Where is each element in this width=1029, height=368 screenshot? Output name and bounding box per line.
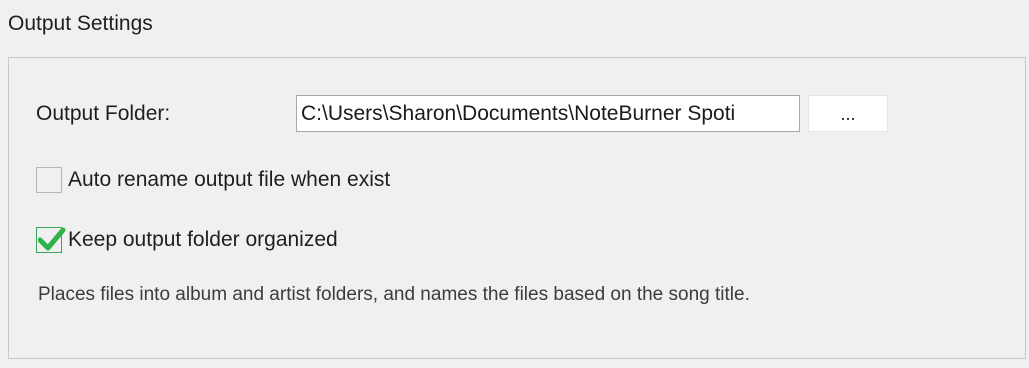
section-title: Output Settings: [8, 12, 153, 35]
keep-organized-checkbox[interactable]: [36, 227, 66, 253]
output-folder-input[interactable]: [296, 95, 800, 132]
keep-organized-label: Keep output folder organized: [68, 228, 338, 251]
checkmark-icon: [38, 227, 66, 251]
auto-rename-label: Auto rename output file when exist: [68, 168, 391, 191]
keep-organized-option[interactable]: Keep output folder organized: [36, 225, 338, 255]
browse-folder-button[interactable]: ...: [808, 95, 888, 132]
output-folder-label: Output Folder:: [36, 102, 171, 125]
auto-rename-option[interactable]: Auto rename output file when exist: [36, 165, 390, 195]
auto-rename-checkbox[interactable]: [36, 167, 62, 193]
organize-description: Places files into album and artist folde…: [38, 284, 750, 305]
